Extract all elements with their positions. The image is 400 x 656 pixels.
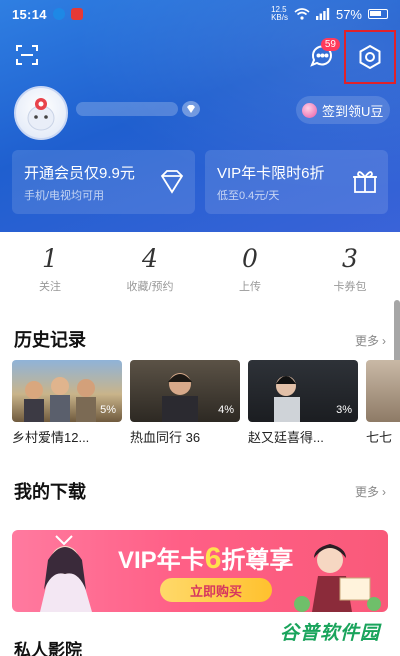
stat-label: 上传 <box>239 281 261 293</box>
vip-card-annual[interactable]: VIP年卡限时6折 低至0.4元/天 <box>205 150 388 214</box>
scan-icon <box>16 45 38 65</box>
video-thumbnail: 4% <box>130 360 240 422</box>
gift-icon <box>353 171 377 193</box>
status-bar: 15:14 12.5 KB/s 57% <box>0 0 400 28</box>
network-speed-unit: KB/s <box>271 13 288 22</box>
stat-favorites[interactable]: 4 收藏/预约 <box>100 232 200 310</box>
banner-headline: VIP年卡6折尊享 <box>118 540 293 576</box>
stat-label: 卡券包 <box>333 281 367 293</box>
diamond-icon <box>160 170 184 194</box>
banner-headline-prefix: VIP年卡 <box>118 547 205 574</box>
banner-headline-suffix: 折尊享 <box>221 547 294 574</box>
vip-level-icon[interactable] <box>182 101 200 117</box>
downloads-more-link[interactable]: 更多 › <box>355 483 386 500</box>
top-bar: 59 <box>0 30 400 84</box>
video-thumbnail: 3% <box>248 360 358 422</box>
stat-value: 0 <box>242 244 258 273</box>
network-speed: 12.5 KB/s <box>271 6 288 22</box>
video-title: 热血同行 36 <box>130 430 201 445</box>
stat-label: 关注 <box>39 281 61 293</box>
checkin-label: 签到领U豆 <box>322 103 384 119</box>
downloads-title: 我的下载 <box>14 482 86 502</box>
app-notification-icon <box>52 8 65 20</box>
banner-discount-number: 6 <box>204 542 222 575</box>
history-item[interactable]: 七七 <box>366 360 400 446</box>
site-watermark: 谷普软件园 <box>266 614 394 648</box>
vip-card-membership[interactable]: 开通会员仅9.9元 手机/电视均可用 <box>12 150 195 214</box>
signal-icon <box>315 8 330 20</box>
character-illustration <box>40 535 92 612</box>
stat-uploads[interactable]: 0 上传 <box>200 232 300 310</box>
avatar[interactable] <box>14 86 68 140</box>
battery-percent: 57% <box>335 6 362 22</box>
message-count-badge: 59 <box>320 38 340 51</box>
gear-icon <box>359 44 381 70</box>
private-theater-title: 私人影院 <box>14 641 82 656</box>
buy-now-label: 立即购买 <box>189 583 242 599</box>
chevron-right-icon: › <box>382 333 386 348</box>
settings-button[interactable] <box>344 30 396 84</box>
video-title: 七七 <box>366 430 393 445</box>
messages-button[interactable]: 59 <box>302 36 342 76</box>
video-title: 赵又廷喜得... <box>248 430 324 445</box>
stats-row: 1 关注 4 收藏/预约 0 上传 3 卡券包 <box>0 232 400 310</box>
video-thumbnail <box>366 360 400 422</box>
stat-coupons[interactable]: 3 卡券包 <box>300 232 400 310</box>
history-item[interactable]: 3% 赵又廷喜得... <box>248 360 358 446</box>
watch-progress: 3% <box>336 404 352 416</box>
status-time: 15:14 <box>12 6 47 22</box>
history-item[interactable]: 4% 热血同行 36 <box>130 360 240 446</box>
history-list: 5% 乡村爱情12... 4% 热血同行 36 3% 赵又廷喜得... 七七 <box>12 360 400 450</box>
history-title: 历史记录 <box>14 330 86 350</box>
more-label: 更多 <box>354 334 379 348</box>
vip-promo-cards: 开通会员仅9.9元 手机/电视均可用 VIP年卡限时6折 低至0.4元/天 <box>12 150 388 214</box>
character-illustration <box>294 544 381 612</box>
chevron-right-icon: › <box>382 484 386 499</box>
watch-progress: 5% <box>100 404 116 416</box>
wifi-icon <box>294 8 310 20</box>
ubean-icon <box>302 102 317 118</box>
history-more-link[interactable]: 更多 › <box>355 332 386 349</box>
stat-label: 收藏/预约 <box>126 281 174 293</box>
history-item[interactable]: 5% 乡村爱情12... <box>12 360 122 446</box>
checkin-button[interactable]: 签到领U豆 <box>296 96 390 124</box>
stat-value: 3 <box>342 244 358 273</box>
stat-value: 4 <box>142 244 158 273</box>
username-redacted <box>76 102 178 116</box>
stat-value: 1 <box>42 244 58 273</box>
buy-now-button[interactable]: 立即购买 <box>160 578 272 602</box>
vip-promo-banner[interactable]: VIP年卡6折尊享 立即购买 <box>12 530 388 612</box>
battery-icon <box>368 9 388 19</box>
video-title: 乡村爱情12... <box>12 430 90 445</box>
profile-section: 签到领U豆 <box>0 82 400 146</box>
more-label: 更多 <box>354 485 379 499</box>
mascot-icon <box>27 98 55 131</box>
stat-follow[interactable]: 1 关注 <box>0 232 100 310</box>
watch-progress: 4% <box>218 404 234 416</box>
diamond-icon <box>187 105 195 113</box>
app-notification-icon <box>70 8 83 20</box>
scan-button[interactable] <box>10 38 44 72</box>
video-thumbnail: 5% <box>12 360 122 422</box>
